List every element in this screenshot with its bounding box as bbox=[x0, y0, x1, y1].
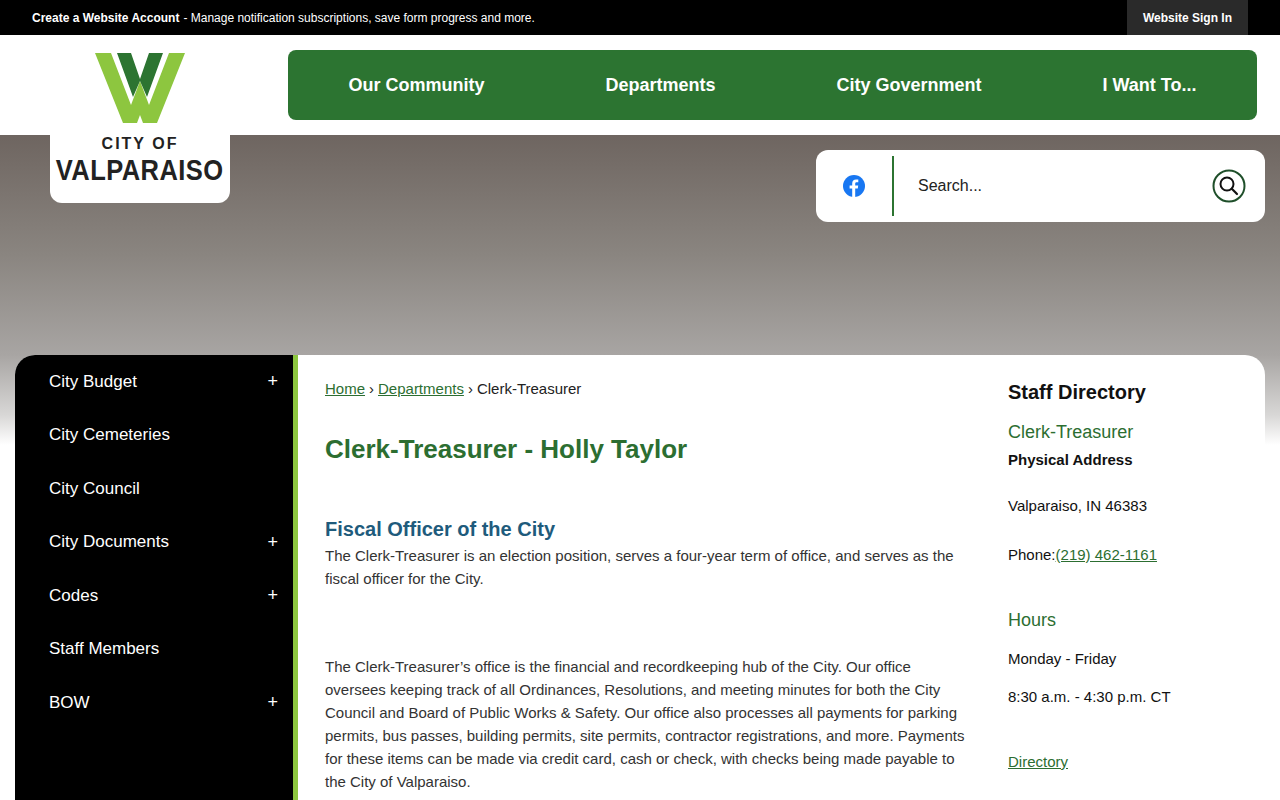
breadcrumb-item[interactable]: Departments bbox=[378, 380, 464, 397]
sidebar-item[interactable]: BOW+ bbox=[15, 676, 293, 730]
sidebar-item[interactable]: Staff Members bbox=[15, 623, 293, 677]
paragraph: The Clerk-Treasurer is an election posit… bbox=[325, 544, 965, 590]
create-account-link[interactable]: Create a Website Account bbox=[32, 11, 179, 25]
top-bar: Create a Website Account - Manage notific… bbox=[0, 0, 1280, 35]
account-promo: Create a Website Account - Manage notific… bbox=[32, 11, 535, 25]
breadcrumb: Home›Departments›Clerk-Treasurer bbox=[325, 380, 965, 398]
facebook-icon bbox=[843, 175, 865, 197]
sidebar-item[interactable]: City Cemeteries bbox=[15, 409, 293, 463]
page-title: Clerk-Treasurer - Holly Taylor bbox=[325, 433, 965, 465]
expand-icon[interactable]: + bbox=[267, 532, 278, 553]
expand-icon[interactable]: + bbox=[267, 692, 278, 713]
search-button[interactable] bbox=[1212, 169, 1246, 203]
hero-photo: City Budget+City CemeteriesCity CouncilC… bbox=[0, 135, 1280, 800]
hours-title: Hours bbox=[1008, 609, 1255, 631]
address-label: Physical Address bbox=[1008, 451, 1255, 469]
facebook-link[interactable] bbox=[816, 156, 894, 216]
breadcrumb-separator: › bbox=[468, 380, 473, 397]
sidebar-item[interactable]: City Documents+ bbox=[15, 516, 293, 570]
sidebar: City Budget+City CemeteriesCity CouncilC… bbox=[15, 355, 298, 800]
magnifier-icon bbox=[1212, 169, 1246, 203]
address: Valparaiso, IN 46383 bbox=[1008, 497, 1255, 515]
header: CITY OFVALPARAISOOur CommunityDepartment… bbox=[0, 35, 1280, 135]
directory-link[interactable]: Directory bbox=[1008, 753, 1255, 771]
nav-item[interactable]: I Want To... bbox=[1093, 75, 1207, 96]
search-box bbox=[816, 150, 1265, 222]
v-logo-icon bbox=[95, 53, 185, 125]
logo-city-of: CITY OF bbox=[102, 135, 179, 153]
expand-icon[interactable]: + bbox=[267, 585, 278, 606]
sidebar-item[interactable]: City Budget+ bbox=[15, 355, 293, 409]
account-description: - Manage notification subscriptions, sav… bbox=[183, 11, 535, 25]
hours-days: Monday - Friday bbox=[1008, 650, 1255, 668]
nav-item[interactable]: Departments bbox=[595, 75, 725, 96]
sidebar-item[interactable]: Codes+ bbox=[15, 569, 293, 623]
breadcrumb-separator: › bbox=[369, 380, 374, 397]
breadcrumb-item: Clerk-Treasurer bbox=[477, 380, 581, 397]
nav-item[interactable]: Our Community bbox=[338, 75, 494, 96]
section-heading: Fiscal Officer of the City bbox=[325, 517, 965, 541]
logo-valparaiso: VALPARAISO bbox=[56, 153, 224, 187]
staff-directory-title: Staff Directory bbox=[1008, 380, 1255, 404]
page: Create a Website Account - Manage notific… bbox=[0, 0, 1280, 800]
sign-in-button[interactable]: Website Sign In bbox=[1127, 0, 1248, 35]
sidebar-item[interactable]: City Council bbox=[15, 462, 293, 516]
hours-time: 8:30 a.m. - 4:30 p.m. CT bbox=[1008, 688, 1255, 706]
department-name: Clerk-Treasurer bbox=[1008, 421, 1255, 443]
staff-directory: Staff Directory Clerk-Treasurer Physical A… bbox=[1008, 355, 1265, 800]
breadcrumb-item[interactable]: Home bbox=[325, 380, 365, 397]
main-panel: City Budget+City CemeteriesCity CouncilC… bbox=[15, 355, 1265, 800]
city-logo[interactable]: CITY OFVALPARAISO bbox=[50, 35, 230, 203]
phone: Phone:(219) 462-1161 bbox=[1008, 546, 1255, 564]
main-nav: Our Community Departments City Government I… bbox=[288, 50, 1257, 120]
expand-icon[interactable]: + bbox=[267, 371, 278, 392]
nav-item[interactable]: City Government bbox=[827, 75, 992, 96]
phone-link[interactable]: (219) 462-1161 bbox=[1056, 546, 1157, 563]
content: Home›Departments›Clerk-TreasurerClerk-Tr… bbox=[298, 355, 1008, 800]
paragraph: The Clerk-Treasurer’s office is the fina… bbox=[325, 655, 965, 793]
search-input[interactable] bbox=[894, 176, 1212, 196]
